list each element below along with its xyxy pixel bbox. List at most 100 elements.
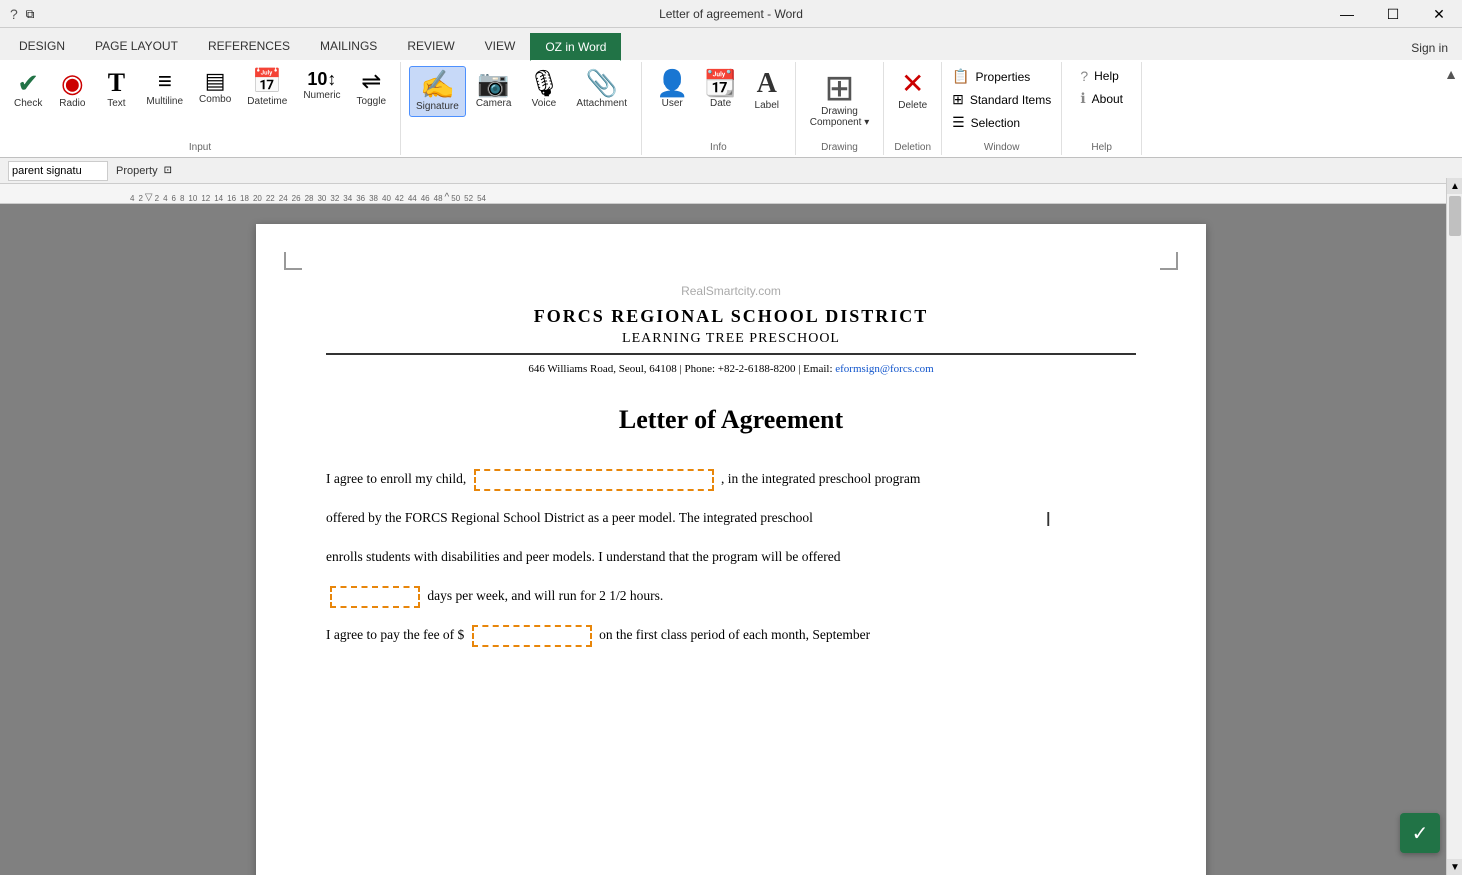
toggle-button[interactable]: ⇌ Toggle [351,66,392,111]
scroll-thumb[interactable] [1449,204,1461,236]
label-icon: A [757,70,777,98]
date-icon: 📆 [704,70,736,96]
user-button[interactable]: 👤 User [650,66,694,113]
check-button[interactable]: ✔ Check [8,66,48,113]
ribbon-group-signature: ✍ Signature 📷 Camera 🎙 Voice 📎 Attachmen… [401,62,642,155]
datetime-label: Datetime [247,96,287,107]
label-btn-label: Label [755,100,779,111]
help-circle-icon: ? [1080,68,1088,84]
ruler: 4 2 ▽ 2 4 6 8 10 12 14 16 18 20 22 24 26… [0,184,1462,204]
para5-after: on the first class period of each month,… [599,627,870,642]
tab-review[interactable]: REVIEW [392,32,469,60]
window-controls: — ☐ ✕ [1324,0,1462,28]
voice-label: Voice [532,98,556,109]
help-button[interactable]: ? Help [1080,66,1118,86]
radio-icon: ◉ [61,70,84,96]
properties-button[interactable]: 📋 Properties [952,66,1030,87]
maximize-button[interactable]: ☐ [1370,0,1416,28]
about-button[interactable]: ℹ About [1080,88,1123,109]
child-name-field[interactable] [474,469,714,491]
multiline-icon: ≡ [158,70,172,94]
deletion-group-label: Deletion [894,140,931,153]
selection-button[interactable]: ☰ Selection [952,112,1020,133]
tab-view[interactable]: VIEW [470,32,531,60]
tab-design[interactable]: DESIGN [4,32,80,60]
date-button[interactable]: 📆 Date [698,66,742,113]
signature-button[interactable]: ✍ Signature [409,66,466,117]
signature-label: Signature [416,101,459,112]
close-button[interactable]: ✕ [1416,0,1462,28]
tab-oz-in-word[interactable]: OZ in Word [530,33,621,61]
ribbon: ✔ Check ◉ Radio T Text ≡ Multiline ▤ Com… [0,60,1462,158]
text-label: Text [107,98,125,109]
camera-button[interactable]: 📷 Camera [470,66,518,113]
date-label: Date [710,98,731,109]
ribbon-group-info: 👤 User 📆 Date A Label Info [642,62,796,155]
attachment-button[interactable]: 📎 Attachment [570,66,633,113]
drawing-component-label: DrawingComponent ▾ [810,106,870,128]
voice-icon: 🎙 [527,70,560,96]
about-icon: ℹ [1080,90,1085,107]
combo-button[interactable]: ▤ Combo [193,66,237,109]
drawing-component-button[interactable]: ⊞ DrawingComponent ▾ [804,66,876,132]
properties-label: Properties [976,70,1031,84]
delete-button[interactable]: ✕ Delete [892,66,933,115]
text-button[interactable]: T Text [96,66,136,113]
delete-icon: ✕ [901,70,924,98]
check-icon: ✔ [17,70,39,96]
preschool-title: LEARNING TREE PRESCHOOL [326,331,1136,355]
voice-button[interactable]: 🎙 Voice [521,66,566,113]
email-link[interactable]: eformsign@forcs.com [835,363,933,375]
datetime-icon: 📅 [252,70,282,94]
watermark: RealSmartcity.com [326,284,1136,298]
para4-after: days per week, and will run for 2 1/2 ho… [427,588,663,603]
help-question-icon[interactable]: ? [10,6,18,22]
para5-before: I agree to pay the fee of $ [326,627,464,642]
days-per-week-field[interactable] [330,586,420,608]
scrollbar[interactable]: ▲ ▼ [1446,204,1462,875]
document-area[interactable]: ▲ ▼ RealSmartcity.com FORCS REGIONAL SCH… [0,204,1462,875]
confirm-button[interactable]: ✓ [1400,813,1440,853]
document-body: I agree to enroll my child, , in the int… [326,465,1136,648]
deletion-buttons: ✕ Delete [892,66,933,140]
minimize-button[interactable]: — [1324,0,1370,28]
tab-page-layout[interactable]: PAGE LAYOUT [80,32,193,60]
title-bar: ? ⧉ Letter of agreement - Word — ☐ ✕ [0,0,1462,28]
toggle-icon: ⇌ [361,70,381,94]
tab-references[interactable]: REFERENCES [193,32,305,60]
ribbon-group-input: ✔ Check ◉ Radio T Text ≡ Multiline ▤ Com… [0,62,401,155]
ribbon-group-deletion: ✕ Delete Deletion [884,62,942,155]
para1-after: , in the integrated preschool program [721,471,920,486]
info-buttons: 👤 User 📆 Date A Label [650,66,787,140]
ribbon-group-drawing: ⊞ DrawingComponent ▾ Drawing [796,62,885,155]
datetime-button[interactable]: 📅 Datetime [241,66,293,111]
multiline-button[interactable]: ≡ Multiline [140,66,189,111]
radio-label: Radio [59,98,85,109]
sign-in-button[interactable]: Sign in [1397,36,1462,60]
ribbon-collapse-button[interactable]: ▲ [1444,66,1458,82]
drawing-buttons: ⊞ DrawingComponent ▾ [804,66,876,140]
standard-items-button[interactable]: ⊞ Standard Items [952,89,1051,110]
scroll-down-button[interactable]: ▼ [1447,859,1462,875]
restore-icon[interactable]: ⧉ [26,7,35,22]
user-icon: 👤 [656,70,688,96]
window-group-label: Window [984,140,1020,153]
fee-field[interactable] [472,625,592,647]
property-expand-icon[interactable]: ⊡ [164,165,172,176]
paragraph-3: enrolls students with disabilities and p… [326,543,1136,570]
text-cursor: I [1045,509,1051,532]
corner-mark-top-left [284,252,302,270]
attachment-icon: 📎 [586,70,618,96]
help-group-label: Help [1091,140,1112,153]
tab-mailings[interactable]: MAILINGS [305,32,392,60]
numeric-button[interactable]: 10↕ Numeric [297,66,346,105]
paragraph-5: I agree to pay the fee of $ on the first… [326,621,1136,648]
property-input[interactable] [8,161,108,181]
ribbon-tabs: DESIGN PAGE LAYOUT REFERENCES MAILINGS R… [0,28,1462,60]
paragraph-2: offered by the FORCS Regional School Dis… [326,504,1136,531]
radio-button[interactable]: ◉ Radio [52,66,92,113]
standard-items-icon: ⊞ [952,91,964,108]
address-line: 646 Williams Road, Seoul, 64108 | Phone:… [326,363,1136,375]
multiline-label: Multiline [146,96,183,107]
label-button[interactable]: A Label [747,66,787,115]
